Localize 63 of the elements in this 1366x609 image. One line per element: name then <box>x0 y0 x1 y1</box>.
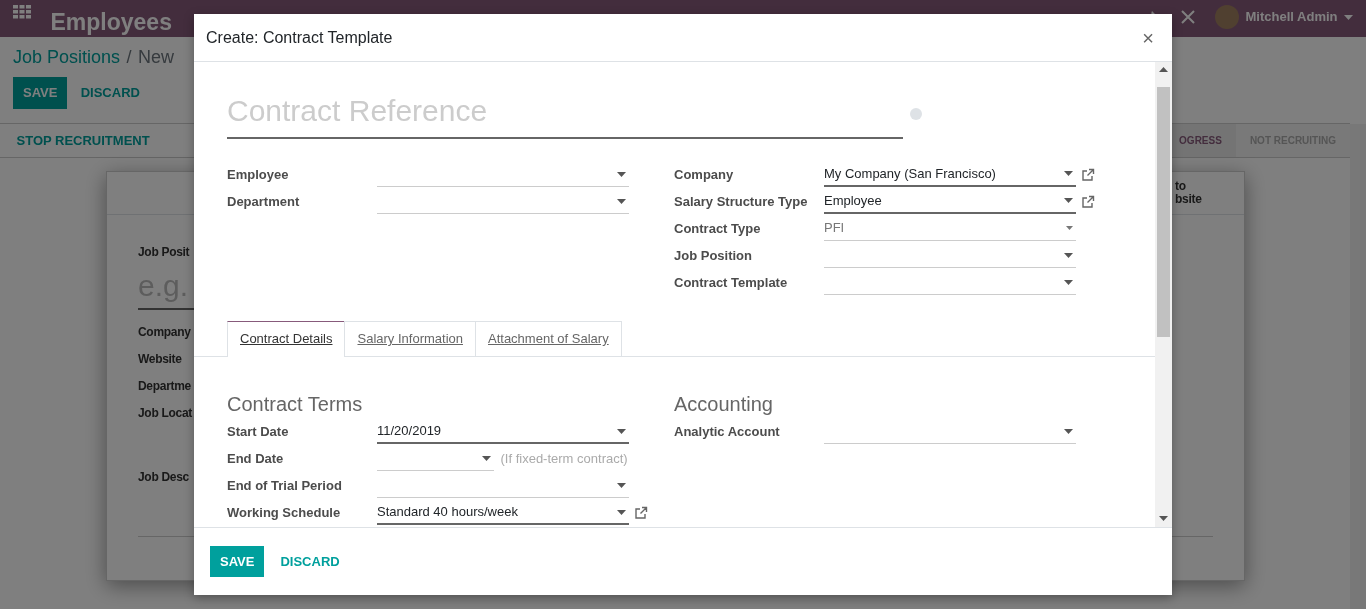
field-label: Start Date <box>227 423 290 442</box>
input-field[interactable]: Employee <box>824 189 1076 214</box>
caret-icon[interactable] <box>1064 171 1073 176</box>
external-link-icon[interactable] <box>634 506 648 520</box>
user-name[interactable]: Mitchell Admin <box>1245 7 1338 27</box>
field-label: Departme <box>138 378 191 395</box>
dialog-title: Create: Contract Template <box>206 27 393 48</box>
input-field[interactable]: 11/20/2019 <box>377 420 629 444</box>
discard-button[interactable]: DISCARD <box>270 545 350 578</box>
field-label: Job Locat <box>138 405 192 422</box>
field-label: End of Trial Period <box>227 477 343 496</box>
field-label: Analytic Account <box>674 423 781 442</box>
scrollbar[interactable] <box>1350 124 1366 609</box>
section-title: Contract Terms <box>227 391 364 417</box>
field-label: Working Schedule <box>227 504 342 523</box>
caret-icon[interactable] <box>1064 252 1073 258</box>
field-label: Website <box>138 351 182 368</box>
field-label: Job Posit <box>138 244 190 261</box>
stop-recruitment-button[interactable]: STOP RECRUITMENT <box>6 124 160 157</box>
status-dot-icon <box>909 107 922 120</box>
external-link-icon[interactable] <box>1081 194 1095 209</box>
save-button[interactable]: SAVE <box>13 77 68 109</box>
breadcrumb-item[interactable]: Job Positions <box>13 43 121 71</box>
caret-icon[interactable] <box>617 483 626 488</box>
breadcrumb-item: New <box>138 45 175 69</box>
field-label: Contract Template <box>674 273 789 292</box>
caret-icon[interactable] <box>1066 226 1073 230</box>
input-field[interactable]: PFI <box>824 216 1076 241</box>
caret-icon[interactable] <box>617 428 626 434</box>
caret-icon[interactable] <box>1064 279 1073 285</box>
input-field[interactable]: Standard 40 hours/week <box>377 501 629 525</box>
input-field[interactable]: My Company (San Francisco) <box>824 162 1076 187</box>
caret-icon[interactable] <box>1064 198 1073 203</box>
field-hint: (If fixed-term contract) <box>500 450 628 469</box>
field-label: Job Position <box>674 246 753 265</box>
breadcrumb-separator: / <box>126 45 132 69</box>
field-label: Company <box>674 165 735 184</box>
tab[interactable]: Attachment of Salary <box>475 321 622 356</box>
field-label: Contract Type <box>674 219 762 238</box>
scroll-down-icon[interactable] <box>1159 516 1168 521</box>
external-link-icon[interactable] <box>1081 167 1095 182</box>
app-title: Employees <box>50 8 172 37</box>
caret-icon[interactable] <box>617 171 626 177</box>
scrollbar[interactable] <box>1155 62 1172 527</box>
field-label: Job Desc <box>138 469 189 486</box>
save-button[interactable]: SAVE <box>210 545 265 578</box>
apps-menu-icon[interactable] <box>13 5 31 19</box>
caret-icon[interactable] <box>482 456 491 461</box>
caret-icon[interactable] <box>1344 14 1353 20</box>
section-title: Accounting <box>674 391 774 417</box>
close-button[interactable]: × <box>1136 27 1160 48</box>
field-label: Employee <box>227 165 290 184</box>
discard-button[interactable]: DISCARD <box>70 77 150 109</box>
field-label: Salary Structure Type <box>674 192 809 211</box>
tab[interactable]: Contract Details <box>227 321 346 357</box>
scroll-up-icon[interactable] <box>1159 67 1168 72</box>
caret-icon[interactable] <box>617 198 626 204</box>
field-label: Department <box>227 192 301 211</box>
caret-icon[interactable] <box>617 509 626 515</box>
field-label: Company <box>138 324 191 341</box>
tools-icon[interactable] <box>1179 9 1196 25</box>
field-label: End Date <box>227 450 285 469</box>
caret-icon[interactable] <box>1064 429 1073 434</box>
